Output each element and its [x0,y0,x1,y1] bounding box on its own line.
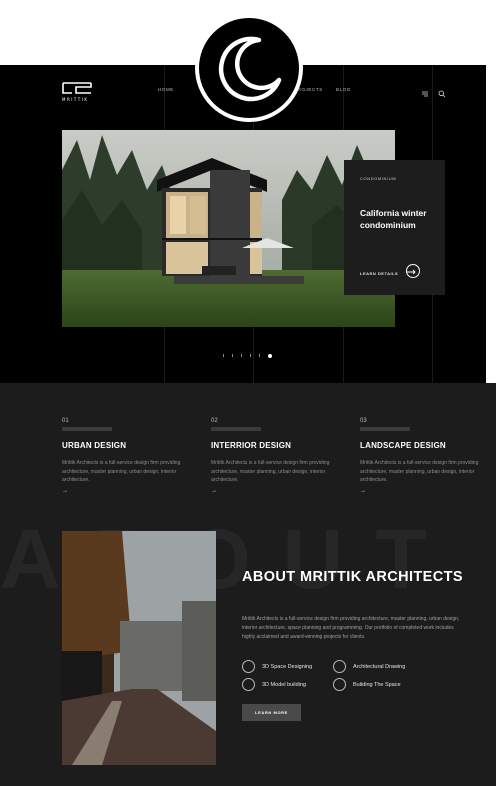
moon-icon [218,36,282,102]
service-title: URBAN DESIGN [62,441,127,450]
logo-mark [62,81,92,95]
learn-details-link[interactable]: LEARN DETAILS [360,271,398,276]
logo-text: MRITTIK [62,97,89,102]
feature-label: 3D Space Designing [262,664,313,670]
hero-category: CONDOMINIUM [360,176,397,181]
arrow-right-icon[interactable]: → [211,488,217,494]
service-number: 03 [360,418,367,424]
service-title: INTERRIOR DESIGN [211,441,292,450]
building-icon [333,678,346,691]
service-title: LANDSCAPE DESIGN [360,441,446,450]
about-description: Mrittik Architects is a full-service des… [242,616,460,640]
service-desc: Mrittik Architects is a full-service des… [62,460,181,483]
services-about-section: 01 URBAN DESIGN Mrittik Architects is a … [0,383,496,786]
feature-label: 3D Model building [262,682,307,688]
menu-icon[interactable] [421,85,429,97]
nav-home[interactable]: HOME [158,87,174,92]
service-bar [62,427,112,431]
hero-card: CONDOMINIUM California winter condominiu… [344,160,445,295]
about-image [62,531,216,765]
learn-details-button[interactable] [403,264,420,278]
service-number: 01 [62,418,69,424]
slide-dot-active[interactable] [268,353,272,358]
arrow-right-icon[interactable]: → [62,488,68,494]
slide-dot[interactable] [259,354,260,358]
slide-dot[interactable] [223,354,224,358]
arrow-right-icon [403,269,416,275]
service-desc: Mrittik Architects is a full-service des… [211,460,330,483]
service-bar [211,427,261,431]
nav-blog[interactable]: BLOG [336,87,351,92]
cube-icon [242,660,255,673]
arrow-right-icon[interactable]: → [360,488,366,494]
service-desc: Mrittik Architects is a full-service des… [360,460,479,483]
search-icon[interactable] [438,85,446,98]
service-bar [360,427,410,431]
feature-label: Building The Space [353,682,401,688]
theme-toggle-button[interactable] [195,14,303,122]
service-number: 02 [211,418,218,424]
feature-label: Architectural Drawing [353,664,406,670]
compass-icon [333,660,346,673]
hero-title: California winter condominium [360,208,427,230]
slide-dot[interactable] [250,354,251,358]
slide-dot[interactable] [241,354,242,358]
box-icon [242,678,255,691]
slide-dot[interactable] [232,354,233,358]
about-title: ABOUT MRITTIK ARCHITECTS [242,569,463,585]
slider-dots [223,347,280,358]
site-logo[interactable]: MRITTIK [62,81,92,102]
learn-more-button[interactable]: LEARN MORE [242,704,301,721]
